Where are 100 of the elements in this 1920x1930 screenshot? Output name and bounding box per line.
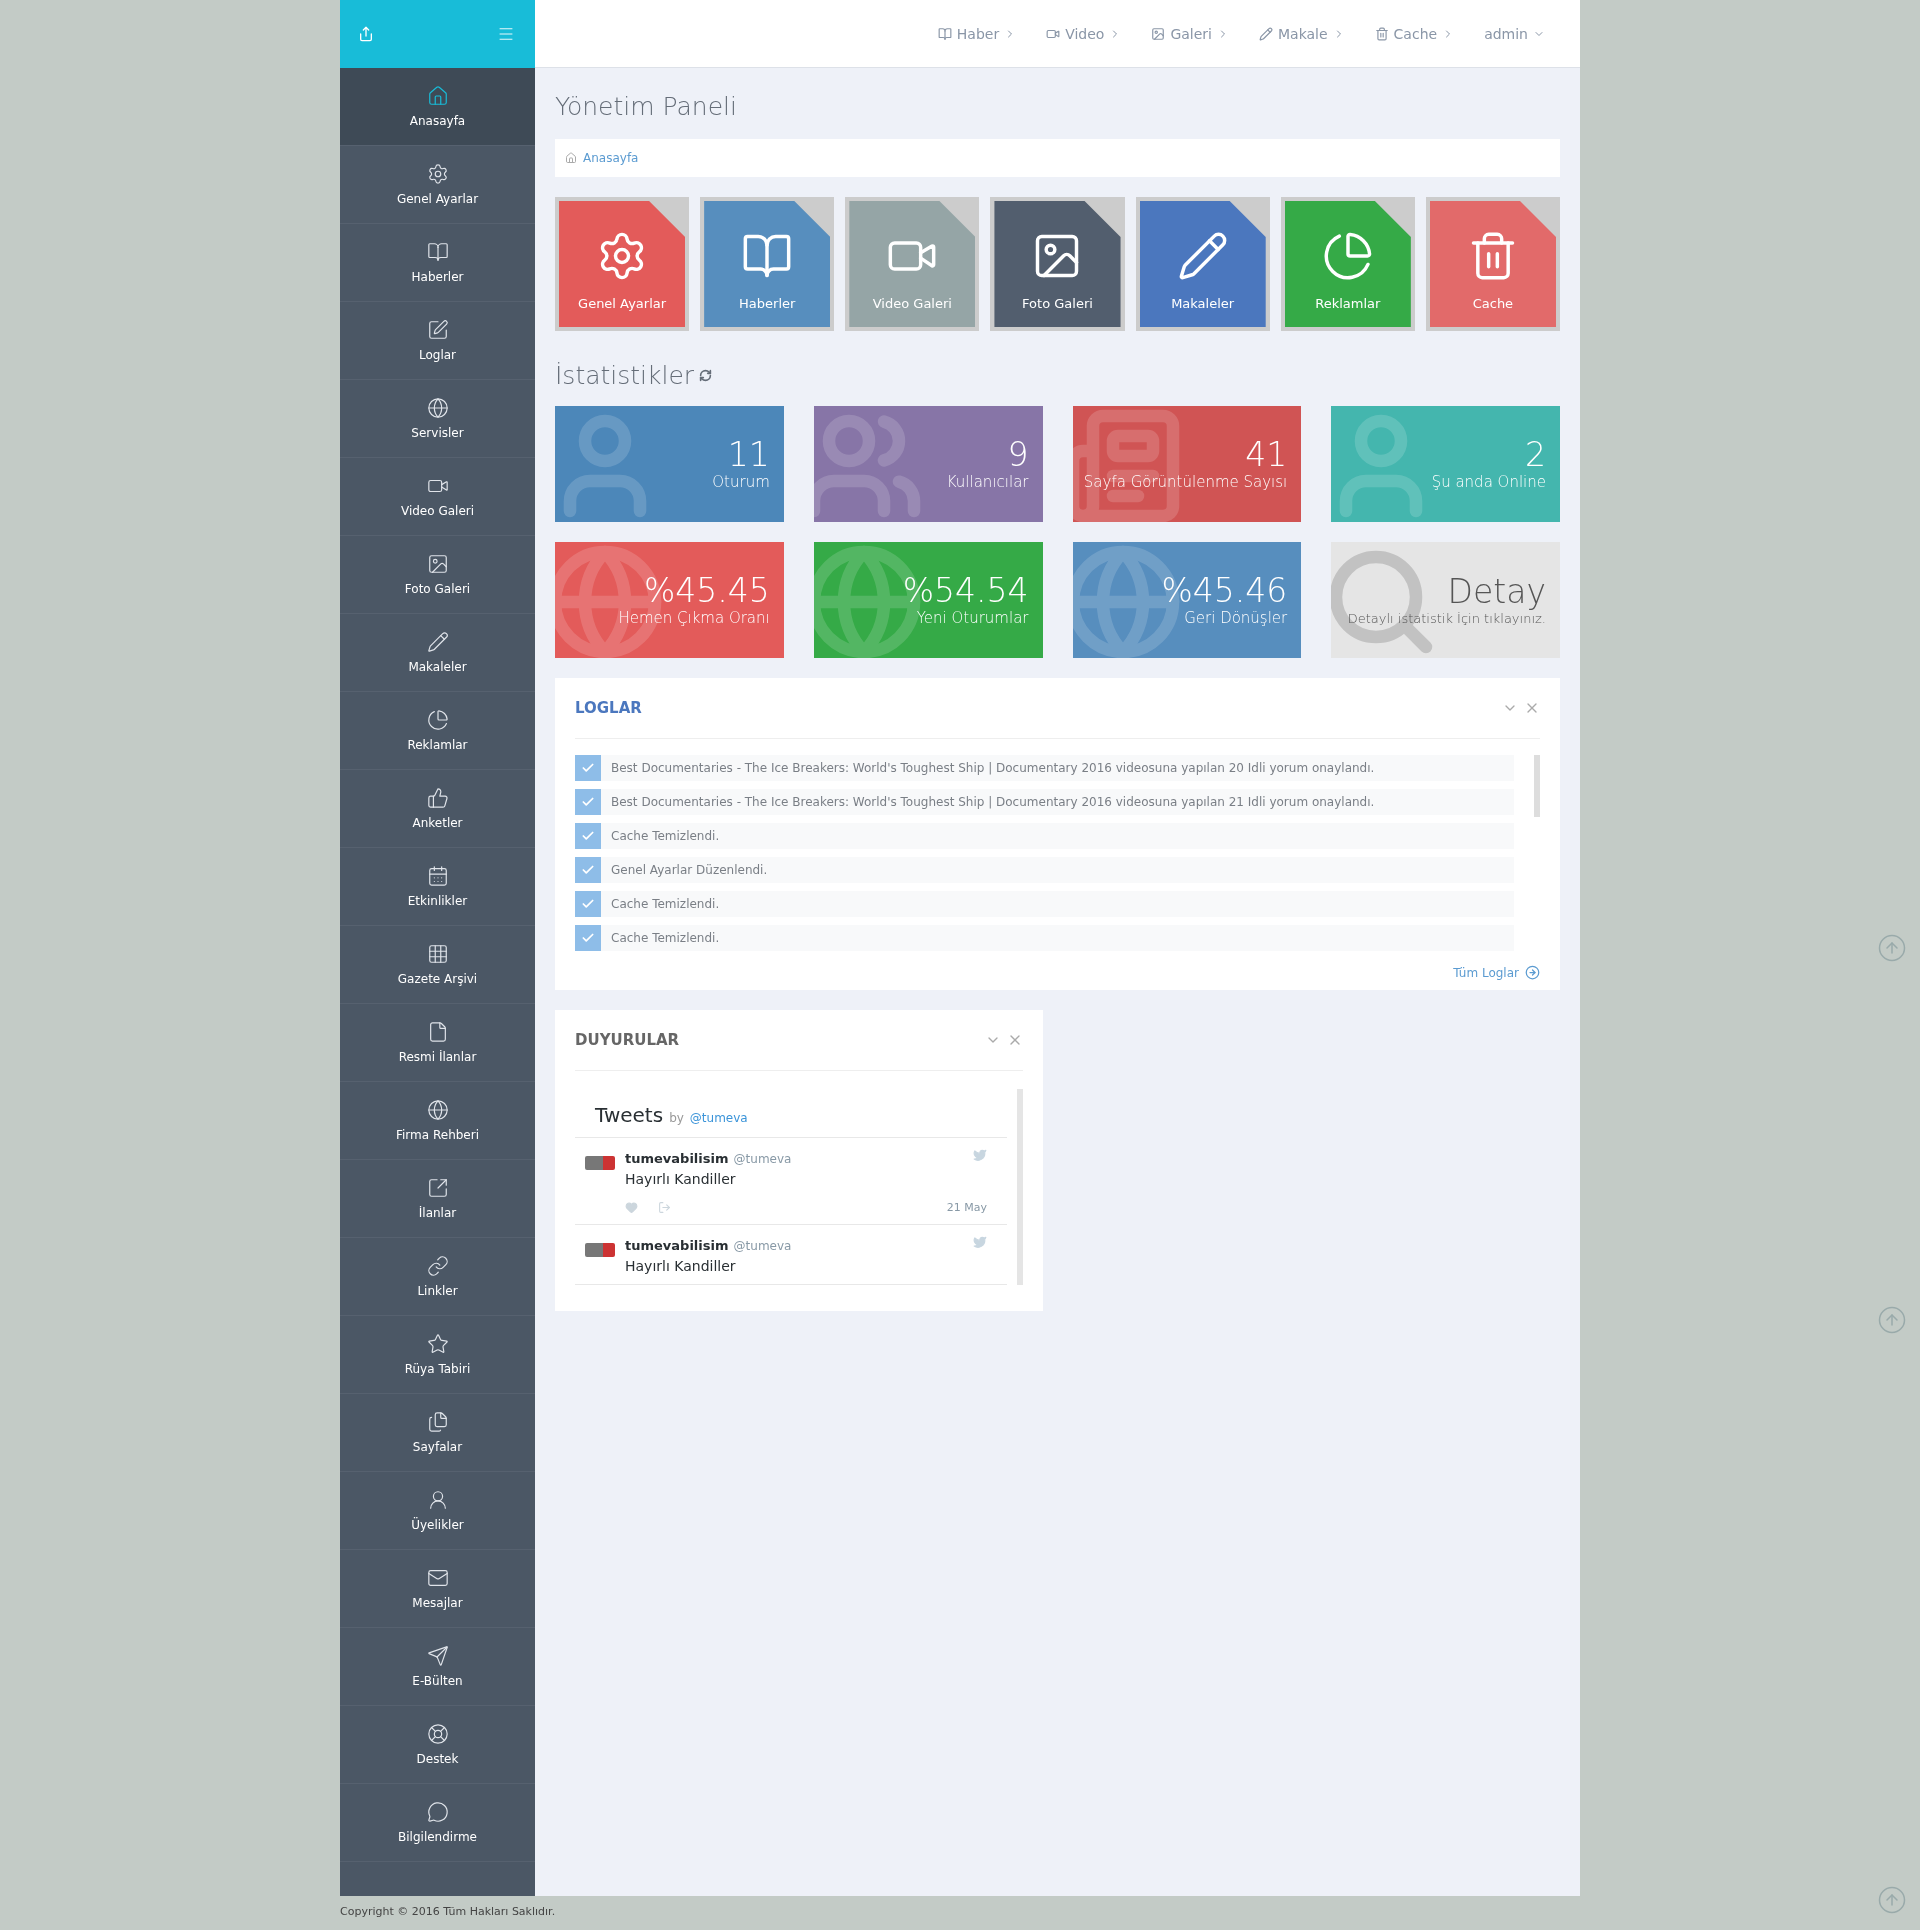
book-icon <box>426 241 449 263</box>
sidebar-item[interactable]: Anasayfa <box>340 68 535 146</box>
scroll-up-icon[interactable] <box>1877 1885 1907 1915</box>
bird-icon <box>973 1148 987 1162</box>
stat-card[interactable]: 41 Sayfa Görüntülenme Sayısı <box>1072 406 1302 522</box>
check-icon <box>581 863 595 877</box>
avatar <box>585 1156 615 1170</box>
sidebar-item[interactable]: Destek <box>340 1706 535 1784</box>
stat-label: Kullanıcılar <box>946 473 1029 492</box>
copyright-text: Copyright © 2016 Tüm Hakları Saklıdır. <box>340 1905 556 1918</box>
sidebar-item[interactable]: Anketler <box>340 770 535 848</box>
page-title: Yönetim Paneli <box>555 92 738 121</box>
gear-icon <box>426 163 449 185</box>
edit-icon <box>426 319 449 341</box>
stat-label: Sayfa Görüntülenme Sayısı <box>1083 473 1288 492</box>
log-entry: Genel Ayarlar Düzenlendi. <box>611 863 768 877</box>
check-icon <box>581 761 595 775</box>
stat-label: Şu anda Online <box>1431 473 1546 492</box>
paper-plane-icon <box>426 1645 449 1667</box>
menu-icon[interactable] <box>497 25 515 43</box>
files-icon <box>426 1411 449 1433</box>
stat-value: 2 <box>1525 436 1546 474</box>
sidebar-item[interactable]: Loglar <box>340 302 535 380</box>
log-entry: Best Documentaries - The Ice Breakers: World's Toughest Ship | Documentary 2016 videosuna yapılan 20 Idli yorum onaylandı. <box>611 761 1375 775</box>
sidebar-item[interactable]: Makaleler <box>340 614 535 692</box>
arrow-circle-icon <box>1525 965 1540 980</box>
tweet-handle: @tumeva <box>733 1152 792 1166</box>
grid-icon <box>426 943 449 965</box>
sidebar-item[interactable]: Foto Galeri <box>340 536 535 614</box>
stat-label: Oturum <box>712 473 770 492</box>
sidebar-item[interactable]: Sayfalar <box>340 1394 535 1472</box>
sidebar-item[interactable]: Linkler <box>340 1238 535 1316</box>
sidebar-item[interactable]: Bilgilendirme <box>340 1784 535 1862</box>
speech-bubble-icon <box>426 1801 449 1823</box>
scroll-up-icon[interactable] <box>1877 1305 1907 1335</box>
section-title: İstatistikler <box>555 361 695 390</box>
share-icon <box>426 1177 449 1199</box>
shortcut-tile[interactable]: Foto Galeri <box>990 197 1125 331</box>
sidebar-item[interactable]: Mesajlar <box>340 1550 535 1628</box>
shortcut-tile[interactable]: Makaleler <box>1135 197 1270 331</box>
stat-card[interactable]: 9 Kullanıcılar <box>813 406 1043 522</box>
panel-title: LOGLAR <box>575 699 642 717</box>
scrollbar[interactable] <box>1534 755 1540 817</box>
pencil-icon <box>1258 26 1273 41</box>
sidebar-item[interactable]: Gazete Arşivi <box>340 926 535 1004</box>
home-icon <box>565 152 577 164</box>
tile-label: Reklamlar <box>1315 296 1381 311</box>
share-icon[interactable] <box>658 1201 671 1214</box>
stat-card[interactable]: 11 Oturum <box>555 406 784 522</box>
sidebar-item[interactable]: E-Bülten <box>340 1628 535 1706</box>
sidebar-item[interactable]: Rüya Tabiri <box>340 1316 535 1394</box>
sidebar-item[interactable]: Servisler <box>340 380 535 458</box>
refresh-icon[interactable] <box>699 369 713 382</box>
stat-value: Detay <box>1447 574 1546 611</box>
sidebar-item[interactable]: Haberler <box>340 224 535 302</box>
home-icon <box>426 85 449 107</box>
tweet-author: tumevabilisim <box>625 1151 729 1166</box>
pie-chart-icon <box>426 709 449 731</box>
pencil-icon <box>426 631 449 653</box>
stat-label: Geri Dönüşler <box>1184 609 1288 628</box>
sidebar-item[interactable]: Genel Ayarlar <box>340 146 535 224</box>
sidebar-item[interactable]: Firma Rehberi <box>340 1082 535 1160</box>
share-icon[interactable] <box>358 26 374 42</box>
tile-label: Cache <box>1472 296 1514 311</box>
avatar <box>585 1243 615 1257</box>
tile-label: Video Galeri <box>872 296 952 311</box>
link-icon <box>426 1255 449 1277</box>
log-entry: Cache Temizlendi. <box>611 829 720 843</box>
stat-value: 11 <box>727 436 770 474</box>
tweet-date: 21 May <box>946 1201 987 1214</box>
tweet-handle: @tumeva <box>733 1239 792 1253</box>
sidebar-item[interactable]: İlanlar <box>340 1160 535 1238</box>
check-icon <box>581 897 595 911</box>
stat-value: 41 <box>1245 436 1288 474</box>
tile-label: Foto Galeri <box>1022 296 1093 311</box>
stat-label: Yeni Oturumlar <box>916 609 1029 628</box>
stat-value: %45.45 <box>643 572 770 610</box>
log-entry: Cache Temizlendi. <box>611 897 720 911</box>
tile-label: Makaleler <box>1171 296 1235 311</box>
sidebar-item[interactable]: Video Galeri <box>340 458 535 536</box>
stat-value: 9 <box>1007 436 1029 474</box>
tweet-text: Hayırlı Kandiller <box>625 1258 737 1274</box>
log-entry: Cache Temizlendi. <box>611 931 720 945</box>
tile-label: Genel Ayarlar <box>578 296 667 311</box>
sidebar-item[interactable]: Etkinlikler <box>340 848 535 926</box>
scroll-up-icon[interactable] <box>1877 933 1907 963</box>
globe-icon <box>426 1099 449 1121</box>
tweet-author: tumevabilisim <box>625 1238 729 1253</box>
widget-title: Tweets <box>595 1103 664 1127</box>
image-icon <box>426 553 449 575</box>
sidebar-item[interactable]: Reklamlar <box>340 692 535 770</box>
sidebar-item[interactable]: Üyelikler <box>340 1472 535 1550</box>
by-text: by <box>669 1111 684 1125</box>
heart-icon[interactable] <box>625 1201 638 1214</box>
sidebar-item[interactable]: Resmi İlanlar <box>340 1004 535 1082</box>
thumbs-up-icon <box>426 787 449 809</box>
globe-icon <box>426 397 449 419</box>
stat-card[interactable]: %45.45 Hemen Çıkma Oranı <box>555 542 784 658</box>
trash-icon <box>1374 26 1389 41</box>
shortcut-tile[interactable]: Genel Ayarlar <box>555 197 690 331</box>
